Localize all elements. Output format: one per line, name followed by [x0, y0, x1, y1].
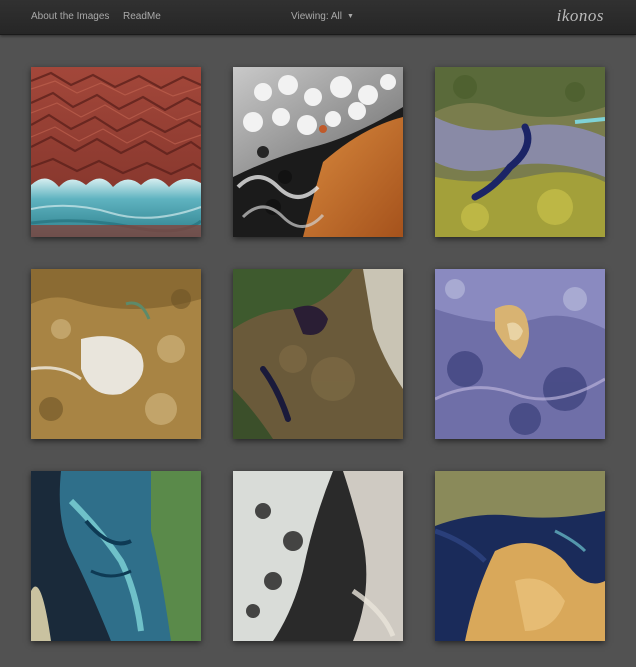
- satellite-image-ice: [233, 471, 403, 641]
- gallery-image-peninsula-gulf[interactable]: [435, 471, 605, 641]
- gallery-image-clouds-over-desert[interactable]: [233, 67, 403, 237]
- about-the-images-link[interactable]: About the Images: [31, 11, 109, 22]
- top-navigation-bar: About the Images ReadMe Viewing: All ▼ ik…: [0, 0, 636, 35]
- satellite-image-red-dunes: [31, 67, 201, 237]
- brand-logo: ikonos: [556, 6, 604, 25]
- gallery-image-green-mottled-terrain[interactable]: [435, 67, 605, 237]
- viewing-filter-dropdown[interactable]: Viewing: All ▼: [291, 11, 354, 22]
- gallery-image-ice-floes[interactable]: [233, 471, 403, 641]
- satellite-image-peninsula: [435, 471, 605, 641]
- satellite-image-salt-flat: [31, 269, 201, 439]
- image-gallery-grid: [31, 67, 605, 667]
- satellite-image-delta: [31, 471, 201, 641]
- gallery-image-lake-savanna[interactable]: [233, 269, 403, 439]
- gallery-image-river-delta[interactable]: [31, 471, 201, 641]
- viewing-filter-label: Viewing: All: [291, 11, 342, 22]
- readme-link[interactable]: ReadMe: [123, 11, 161, 22]
- satellite-image-clouds: [233, 67, 403, 237]
- gallery-image-red-dunes-coast[interactable]: [31, 67, 201, 237]
- dropdown-caret-icon: ▼: [346, 13, 354, 20]
- satellite-image-green-terrain: [435, 67, 605, 237]
- satellite-image-mountains: [435, 269, 605, 439]
- gallery-image-salt-flat-desert[interactable]: [31, 269, 201, 439]
- satellite-image-lake: [233, 269, 403, 439]
- gallery-image-purple-mountains[interactable]: [435, 269, 605, 439]
